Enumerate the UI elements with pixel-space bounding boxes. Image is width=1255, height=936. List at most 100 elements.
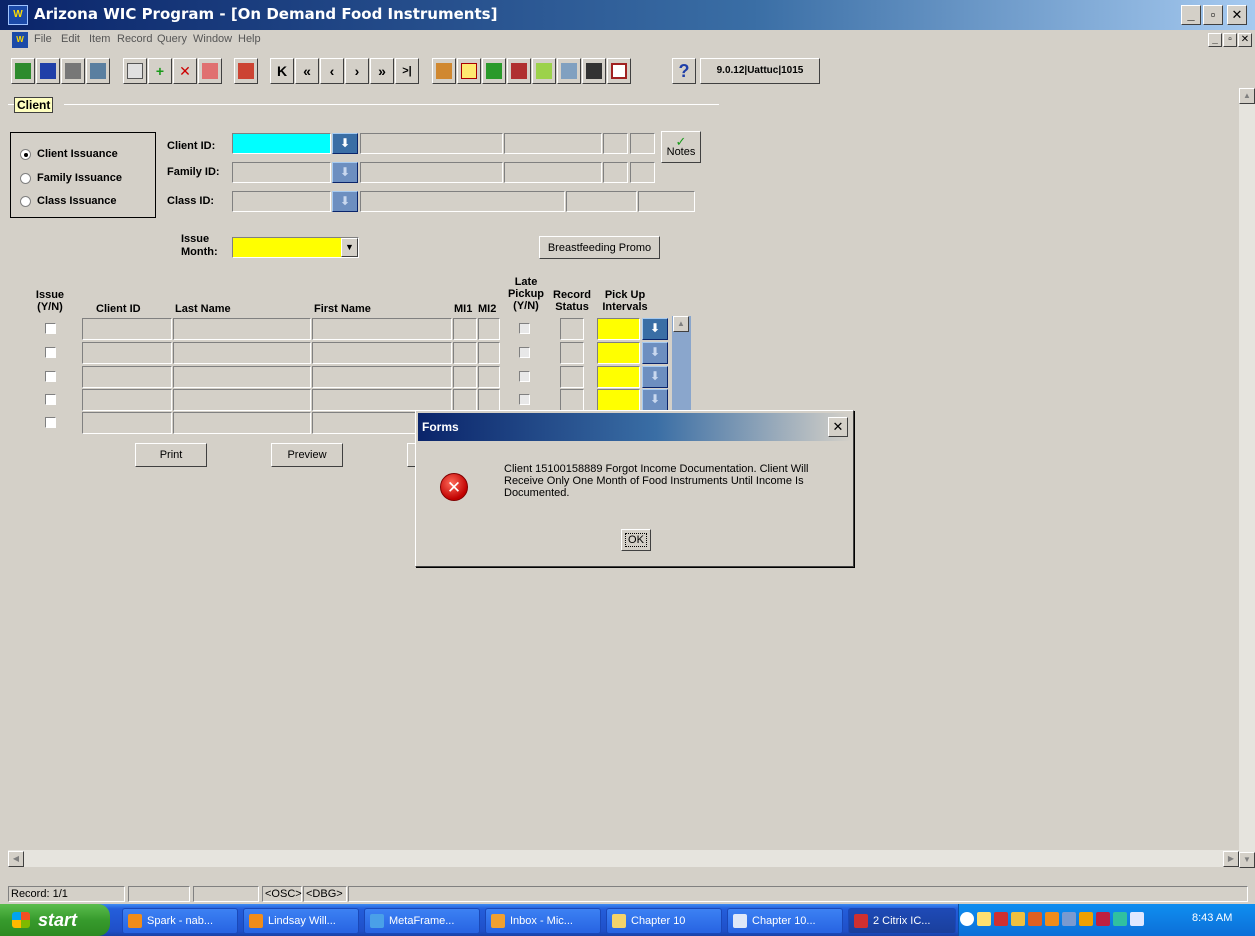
balance-button[interactable] [234,58,258,84]
save-button[interactable] [36,58,60,84]
pickup-interval-lov-button[interactable]: ⬇ [642,318,668,340]
breastfeeding-promo-button[interactable]: Breastfeeding Promo [539,236,660,259]
network-icon[interactable] [1062,912,1076,926]
window-title-bar[interactable]: W Arizona WIC Program - [On Demand Food … [0,0,1255,30]
tool-button-1[interactable] [432,58,456,84]
forms-alert-dialog[interactable]: Forms ✕ ✕ Client 15100158889 Forgot Inco… [415,410,854,567]
delete-record-button[interactable]: ✕ [173,58,197,84]
print-button[interactable]: Print [135,443,207,467]
record-status-cell[interactable] [560,318,584,340]
tool-button-7[interactable] [582,58,606,84]
close-button[interactable]: ✕ [1227,5,1247,25]
dialog-close-button[interactable]: ✕ [828,417,848,437]
start-button[interactable]: start [0,904,110,936]
client-id-lov-button[interactable]: ⬇ [332,133,358,154]
mi2-cell[interactable] [478,389,500,411]
display-icon[interactable] [1130,912,1144,926]
menu-help[interactable]: Help [238,33,261,45]
form-scroll-down-button[interactable]: ▼ [1239,852,1255,868]
form-horizontal-scrollbar[interactable] [8,850,1239,867]
mi1-cell[interactable] [453,389,477,411]
first-record-button[interactable]: K [270,58,294,84]
previous-record-button[interactable]: ‹ [320,58,344,84]
tool-button-5[interactable] [532,58,556,84]
client-id-cell[interactable] [82,412,172,434]
issue-checkbox[interactable] [45,394,56,405]
scroll-left-button[interactable]: ◀ [8,851,24,867]
pickup-interval-lov-button[interactable]: ⬇ [642,342,668,364]
pickup-interval-cell[interactable] [597,389,640,411]
first-name-cell[interactable] [312,366,452,388]
late-pickup-checkbox[interactable] [519,371,530,382]
form-scrollbar[interactable] [1239,88,1255,868]
tool-button-4[interactable] [507,58,531,84]
pickup-interval-cell[interactable] [597,318,640,340]
grid-scroll-up-button[interactable]: ▲ [673,316,689,332]
chevron-down-icon[interactable]: ▼ [341,238,358,257]
family-id-input[interactable] [232,162,331,183]
last-name-cell[interactable] [173,389,311,411]
radio-class-issuance[interactable]: Class Issuance [20,195,117,207]
print-preview-button[interactable] [86,58,110,84]
next-record-button[interactable]: › [345,58,369,84]
pickup-interval-cell[interactable] [597,342,640,364]
radio-family-issuance[interactable]: Family Issuance [20,172,122,184]
taskbar-item-citrix[interactable]: 2 Citrix IC... [848,908,956,934]
tool-button-2[interactable] [457,58,481,84]
mi1-cell[interactable] [453,366,477,388]
mi2-cell[interactable] [478,318,500,340]
client-id-input[interactable] [232,133,331,154]
class-id-input[interactable] [232,191,331,212]
spark-tray-icon[interactable] [1045,912,1059,926]
form-scroll-up-button[interactable]: ▲ [1239,88,1255,104]
first-name-cell[interactable] [312,389,452,411]
menu-item[interactable]: Item [89,33,110,45]
sync-icon[interactable] [1113,912,1127,926]
radio-client-issuance[interactable]: Client Issuance [20,148,118,160]
tool-button-8[interactable] [607,58,631,84]
class-id-lov-button[interactable]: ⬇ [332,191,358,212]
taskbar-item-chapter-10-word[interactable]: Chapter 10... [727,908,843,934]
taskbar-item-lindsay[interactable]: Lindsay Will... [243,908,359,934]
menu-query[interactable]: Query [157,33,187,45]
pickup-interval-lov-button[interactable]: ⬇ [642,389,668,411]
preview-button[interactable]: Preview [271,443,343,467]
clear-record-button[interactable] [198,58,222,84]
client-id-cell[interactable] [82,366,172,388]
minimize-button[interactable]: _ [1181,5,1201,25]
family-id-lov-button[interactable]: ⬇ [332,162,358,183]
security-icon[interactable] [1079,912,1093,926]
menu-edit[interactable]: Edit [61,33,80,45]
issue-month-select[interactable] [232,237,359,258]
issue-checkbox[interactable] [45,323,56,334]
menu-record[interactable]: Record [117,33,152,45]
next-set-button[interactable]: » [370,58,394,84]
record-status-cell[interactable] [560,342,584,364]
mdi-restore-button[interactable]: ▫ [1223,33,1237,47]
record-status-cell[interactable] [560,389,584,411]
late-pickup-checkbox[interactable] [519,347,530,358]
late-pickup-checkbox[interactable] [519,323,530,334]
print-toolbar-button[interactable] [61,58,85,84]
client-id-cell[interactable] [82,318,172,340]
scroll-right-button[interactable]: ▶ [1223,851,1239,867]
mdi-close-button[interactable]: ✕ [1238,33,1252,47]
last-name-cell[interactable] [173,342,311,364]
mi1-cell[interactable] [453,318,477,340]
user-icon[interactable] [1011,912,1025,926]
mi1-cell[interactable] [453,342,477,364]
tray-expand-icon[interactable] [960,912,974,926]
mi2-cell[interactable] [478,366,500,388]
first-name-cell[interactable] [312,318,452,340]
enter-query-button[interactable] [123,58,147,84]
taskbar-item-chapter-10-folder[interactable]: Chapter 10 [606,908,722,934]
dialog-title[interactable]: Forms [418,413,851,441]
last-name-cell[interactable] [173,318,311,340]
ok-button[interactable]: OK [621,529,651,551]
menu-file[interactable]: File [34,33,52,45]
issue-checkbox[interactable] [45,417,56,428]
citrix-tray-icon[interactable] [994,912,1008,926]
taskbar-item-spark[interactable]: Spark - nab... [122,908,238,934]
late-pickup-checkbox[interactable] [519,394,530,405]
issue-checkbox[interactable] [45,347,56,358]
